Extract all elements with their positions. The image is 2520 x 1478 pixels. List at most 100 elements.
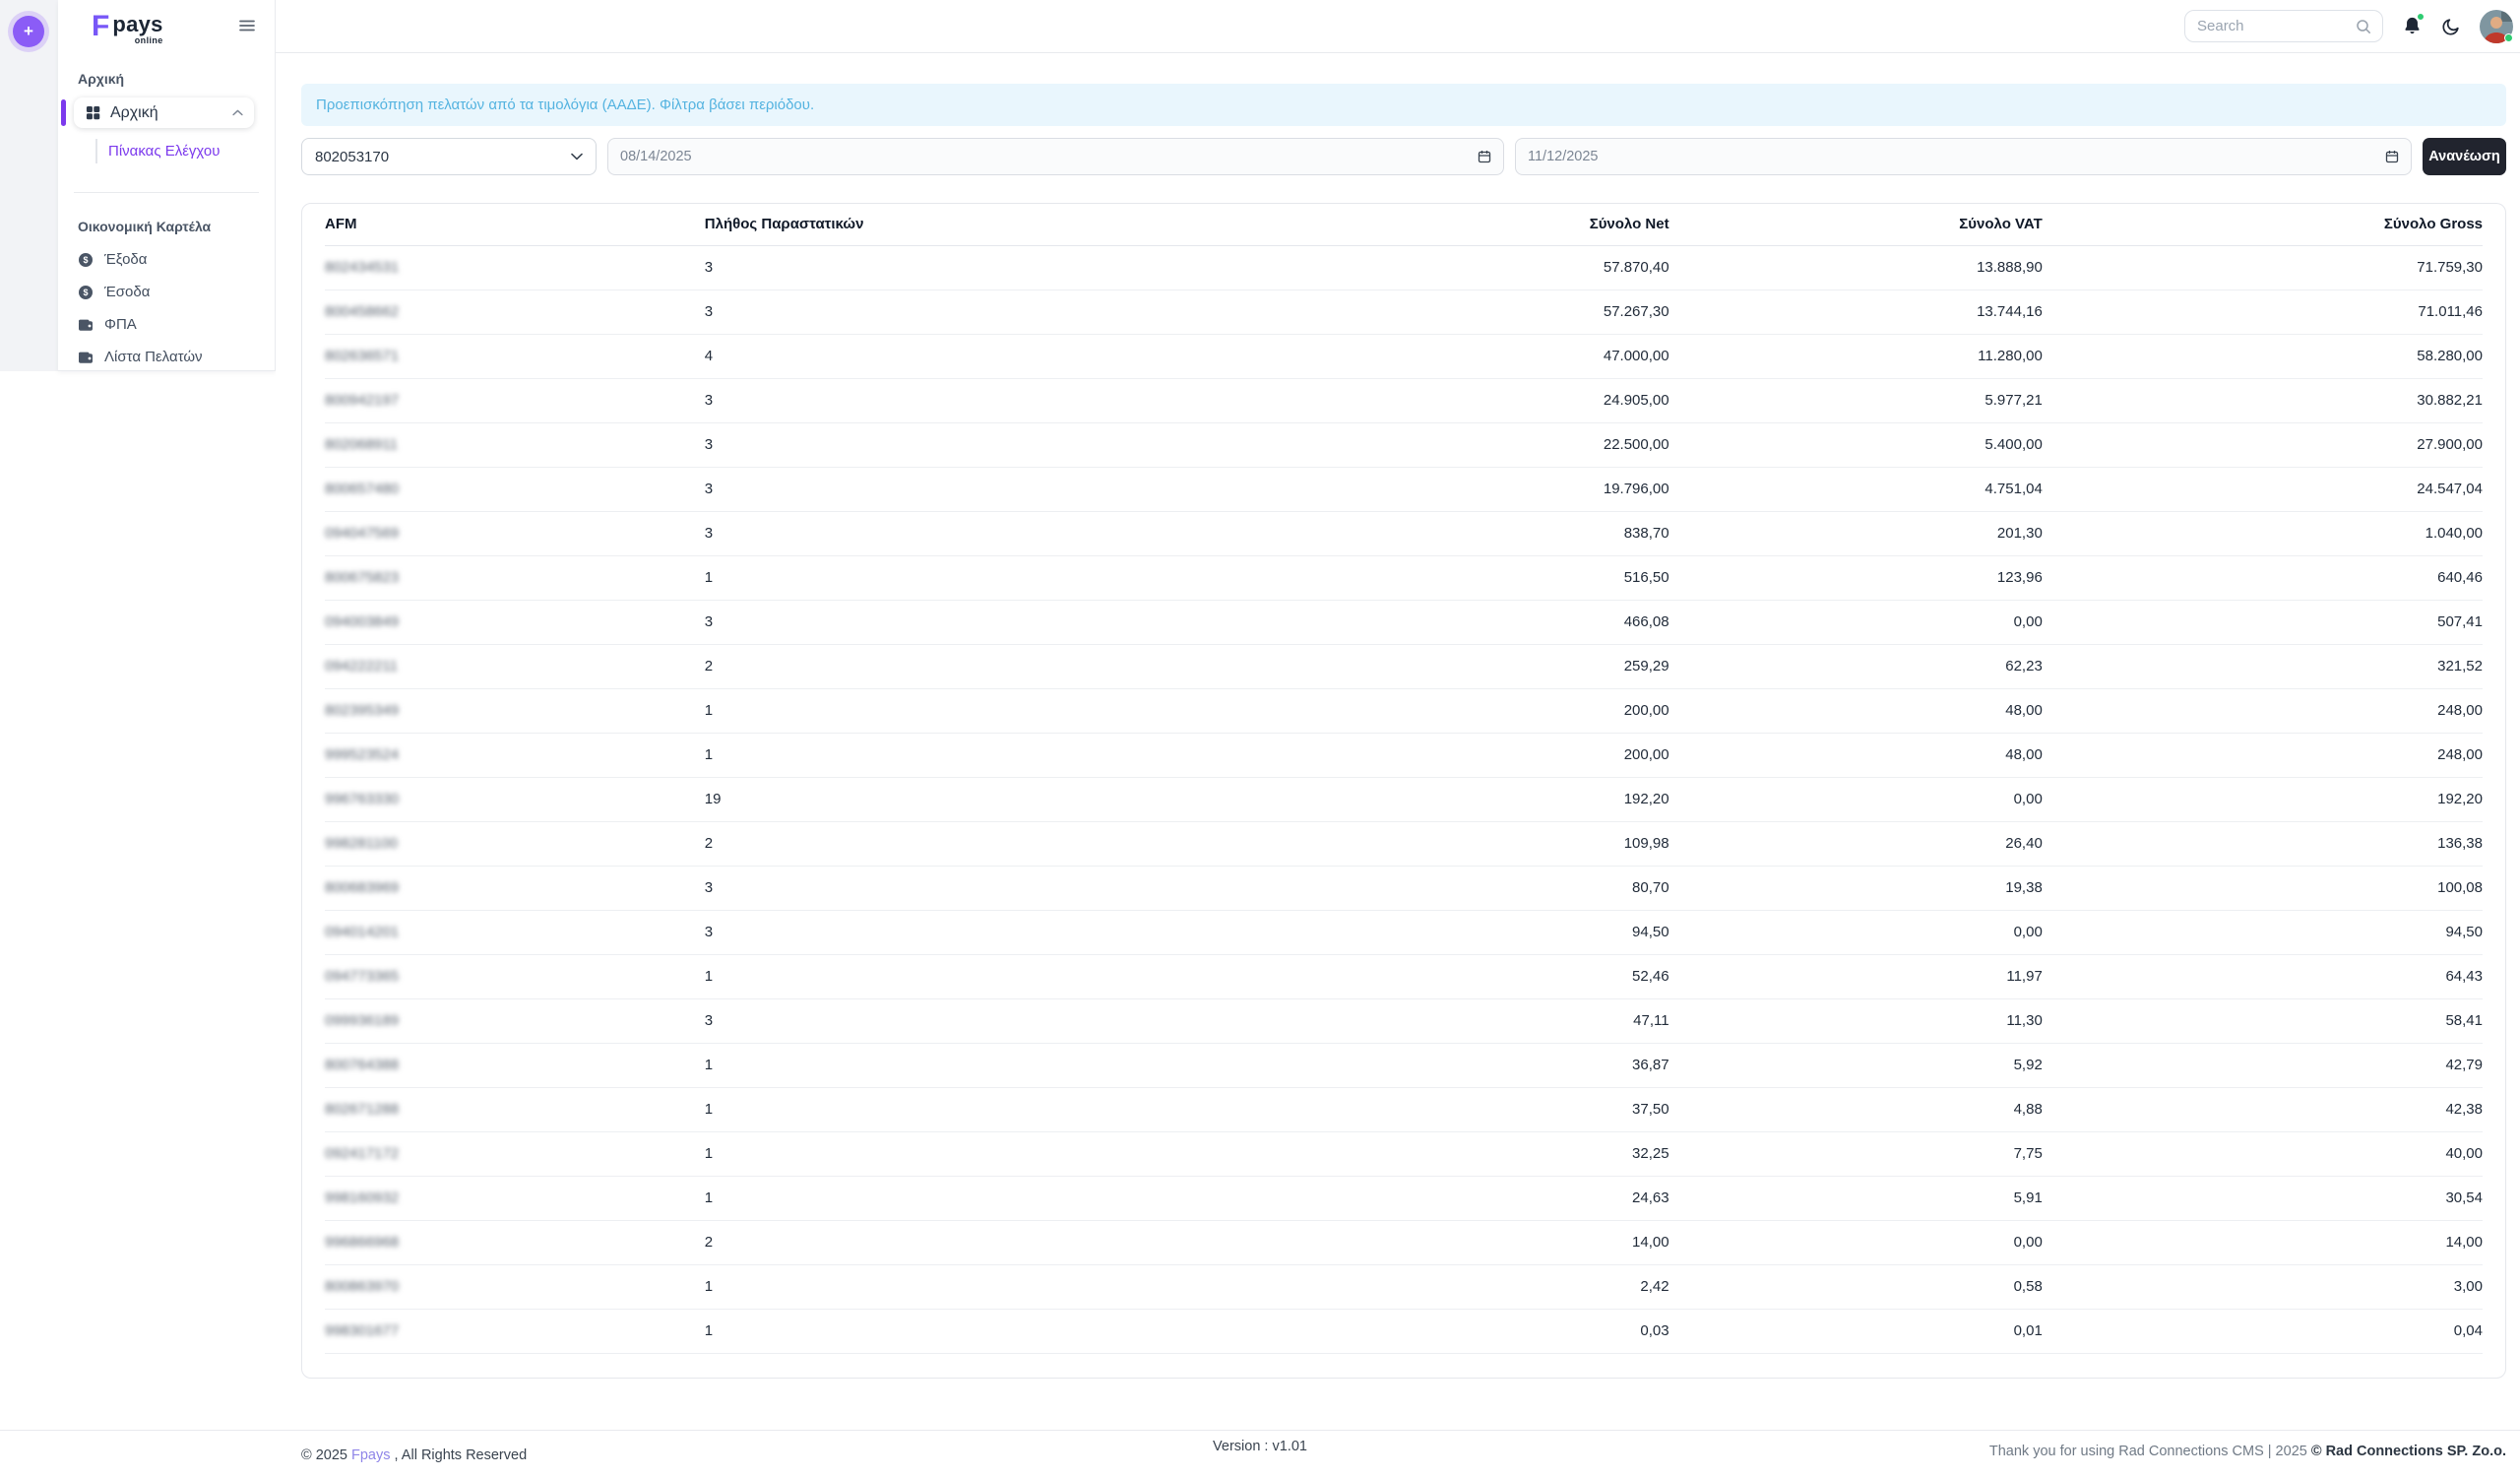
date-to-input[interactable]: 11/12/2025 (1515, 138, 2412, 175)
cell-afm: 996866968 (325, 1220, 705, 1264)
cell-afm: 802068911 (325, 422, 705, 467)
cell-gross: 71.759,30 (2043, 245, 2483, 289)
cell-count: 3 (705, 998, 1242, 1043)
sidebar-item-expenses[interactable]: $ Έξοδα (58, 243, 275, 276)
cell-vat: 13.888,90 (1670, 245, 2043, 289)
cell-vat: 5,92 (1670, 1043, 2043, 1087)
company-select[interactable]: 802053170 (301, 138, 597, 175)
cell-gross: 64,43 (2043, 954, 2483, 998)
cell-afm: 800942197 (325, 378, 705, 422)
cell-net: 32,25 (1242, 1131, 1670, 1176)
cell-gross: 24.547,04 (2043, 467, 2483, 511)
cell-net: 192,20 (1242, 777, 1670, 821)
cell-afm: 094003849 (325, 600, 705, 644)
cell-net: 52,46 (1242, 954, 1670, 998)
user-avatar[interactable] (2480, 10, 2513, 43)
cell-vat: 11,30 (1670, 998, 2043, 1043)
table-row: 099936189 3 47,11 11,30 58,41 (325, 998, 2483, 1043)
cell-afm: 092417172 (325, 1131, 705, 1176)
filters-row: 802053170 08/14/2025 11/12/2025 Ανανέωση (301, 138, 2506, 175)
cell-afm: 998160932 (325, 1176, 705, 1220)
footer-version: Version : v1.01 (1213, 1439, 1307, 1454)
table-row: 802068911 3 22.500,00 5.400,00 27.900,00 (325, 422, 2483, 467)
table-row: 802434531 3 57.870,40 13.888,90 71.759,3… (325, 245, 2483, 289)
sidebar-item-label: Λίστα Πελατών (104, 349, 203, 365)
sidebar-item-label: Έσοδα (104, 284, 150, 300)
cell-gross: 40,00 (2043, 1131, 2483, 1176)
date-from-input[interactable]: 08/14/2025 (607, 138, 1504, 175)
sidebar-item-dashboard[interactable]: Πίνακας Ελέγχου (95, 139, 255, 163)
cell-count: 1 (705, 1043, 1242, 1087)
cell-net: 14,00 (1242, 1220, 1670, 1264)
cell-count: 1 (705, 954, 1242, 998)
col-header-count: Πλήθος Παραστατικών (705, 204, 1242, 245)
info-alert: Προεπισκόπηση πελατών από τα τιμολόγια (… (301, 84, 2506, 126)
cell-vat: 19,38 (1670, 866, 2043, 910)
brand-logo: F pays online (58, 0, 275, 45)
dark-mode-button[interactable] (2441, 17, 2461, 36)
chevron-down-icon (571, 153, 583, 161)
cell-vat: 7,75 (1670, 1131, 2043, 1176)
col-header-net: Σύνολο Net (1242, 204, 1670, 245)
search-input[interactable] (2197, 18, 2348, 34)
svg-text:$: $ (83, 288, 88, 297)
cell-gross: 3,00 (2043, 1264, 2483, 1309)
online-status-dot (2504, 33, 2513, 42)
table-row: 998160932 1 24,63 5,91 30,54 (325, 1176, 2483, 1220)
calendar-icon (1478, 150, 1491, 163)
footer-company-text: © Rad Connections SP. Zo.o. (2311, 1444, 2506, 1459)
table-row: 996866968 2 14,00 0,00 14,00 (325, 1220, 2483, 1264)
footer-brand-link[interactable]: Fpays (351, 1447, 391, 1463)
cell-net: 22.500,00 (1242, 422, 1670, 467)
cell-gross: 100,08 (2043, 866, 2483, 910)
refresh-button[interactable]: Ανανέωση (2423, 138, 2506, 175)
cell-count: 3 (705, 378, 1242, 422)
cell-gross: 58,41 (2043, 998, 2483, 1043)
cell-net: 57.267,30 (1242, 289, 1670, 334)
footer-thanks-text: Thank you for using Rad Connections CMS … (1989, 1444, 2307, 1459)
cell-gross: 42,38 (2043, 1087, 2483, 1131)
table-row: 802636571 4 47.000,00 11.280,00 58.280,0… (325, 334, 2483, 378)
cell-afm: 800863970 (325, 1264, 705, 1309)
cell-net: 47.000,00 (1242, 334, 1670, 378)
cell-gross: 94,50 (2043, 910, 2483, 954)
cell-afm: 800657480 (325, 467, 705, 511)
table-row: 094047569 3 838,70 201,30 1.040,00 (325, 511, 2483, 555)
cell-net: 37,50 (1242, 1087, 1670, 1131)
date-from-value: 08/14/2025 (620, 149, 692, 164)
cell-gross: 30,54 (2043, 1176, 2483, 1220)
cell-gross: 30.882,21 (2043, 378, 2483, 422)
cell-afm: 094047569 (325, 511, 705, 555)
wallet-icon (78, 317, 94, 333)
plus-icon: + (24, 22, 33, 41)
cell-vat: 5.977,21 (1670, 378, 2043, 422)
sidebar-item-income[interactable]: $ Έσοδα (58, 276, 275, 308)
cell-afm: 802636571 (325, 334, 705, 378)
sidebar-item-home[interactable]: Αρχική (74, 97, 254, 128)
svg-text:$: $ (83, 255, 88, 265)
table-row: 999523524 1 200,00 48,00 248,00 (325, 733, 2483, 777)
sidebar: F pays online Αρχική Αρχική Πίνακας Ελέγ… (58, 0, 276, 371)
sidebar-item-clients[interactable]: Λίστα Πελατών (58, 341, 275, 373)
coin-dollar-icon: $ (78, 252, 94, 268)
col-header-gross: Σύνολο Gross (2043, 204, 2483, 245)
cell-vat: 201,30 (1670, 511, 2043, 555)
notifications-button[interactable] (2402, 16, 2423, 36)
sidebar-toggle-button[interactable] (239, 20, 255, 34)
cell-afm: 094014201 (325, 910, 705, 954)
sidebar-item-vat[interactable]: ΦΠΑ (58, 308, 275, 341)
table-row: 800764388 1 36,87 5,92 42,79 (325, 1043, 2483, 1087)
logo-f-icon: F (92, 14, 109, 39)
cell-vat: 5,91 (1670, 1176, 2043, 1220)
cell-vat: 62,23 (1670, 644, 2043, 688)
cell-gross: 27.900,00 (2043, 422, 2483, 467)
cell-net: 24,63 (1242, 1176, 1670, 1220)
cell-count: 3 (705, 289, 1242, 334)
cell-count: 2 (705, 821, 1242, 866)
cell-gross: 248,00 (2043, 733, 2483, 777)
cell-net: 259,29 (1242, 644, 1670, 688)
cell-vat: 48,00 (1670, 733, 2043, 777)
add-button[interactable]: + (13, 16, 44, 47)
footer-credits: Thank you for using Rad Connections CMS … (1989, 1444, 2506, 1459)
cell-vat: 5.400,00 (1670, 422, 2043, 467)
